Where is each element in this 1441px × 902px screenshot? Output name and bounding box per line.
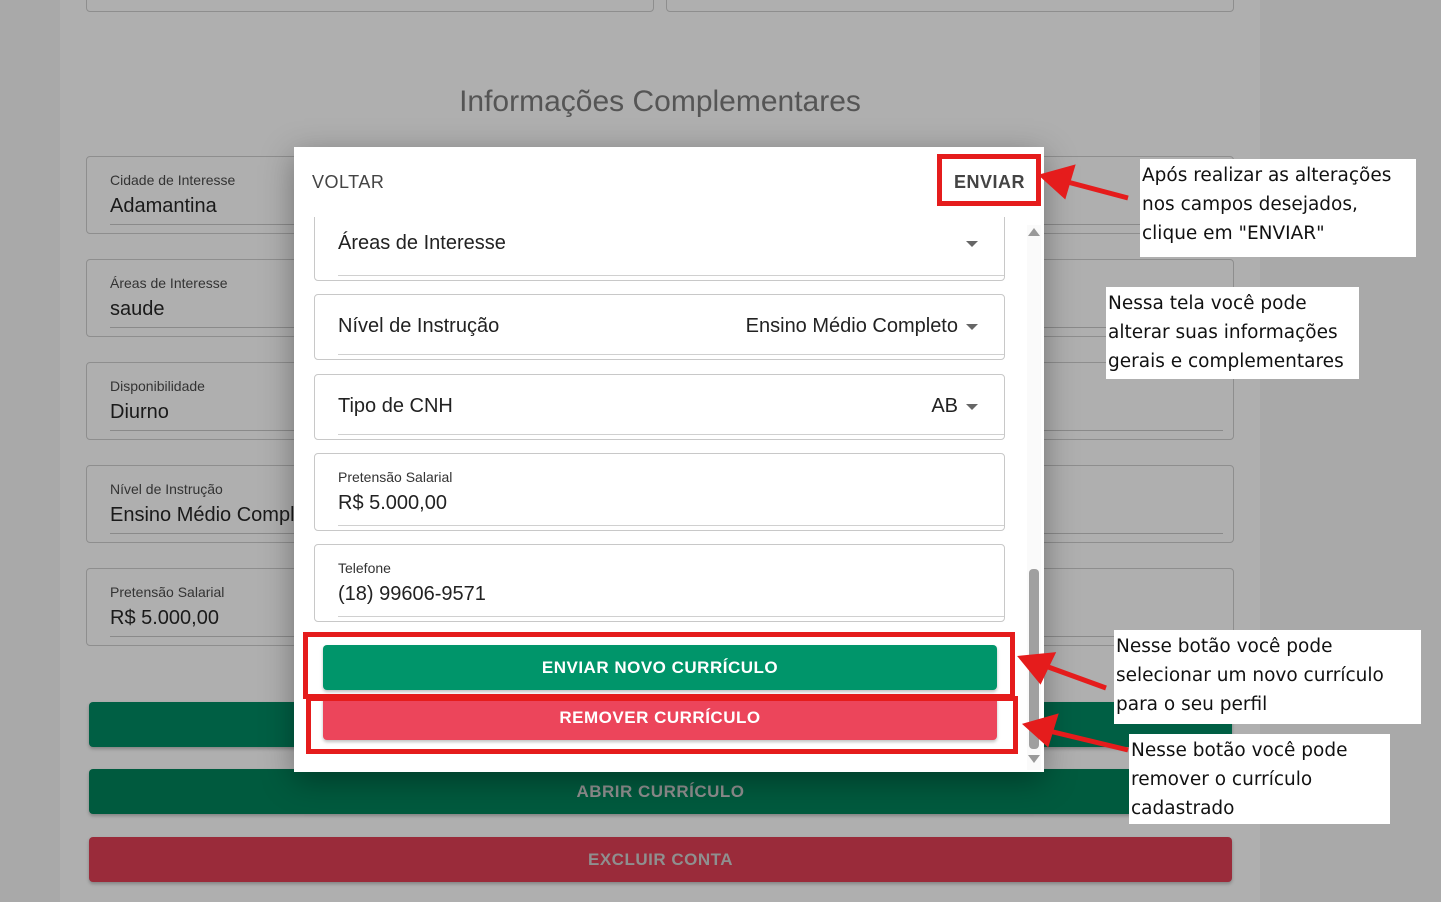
annotation-screen-note: Nessa tela você pode alterar suas inform…: [1106, 287, 1359, 379]
arrow-to-remove: [1044, 727, 1129, 753]
arrow-head-icon: [1021, 713, 1059, 748]
annotation-remove-note: Nesse botão você pode remover o currícul…: [1129, 734, 1390, 824]
arrow-to-upload: [1039, 661, 1107, 691]
arrow-head-icon: [1017, 652, 1057, 685]
annotation-send-note: Após realizar as alterações nos campos d…: [1140, 159, 1416, 257]
arrow-head-icon: [1037, 164, 1076, 200]
annotation-upload-note: Nesse botão você pode selecionar um novo…: [1114, 630, 1421, 724]
